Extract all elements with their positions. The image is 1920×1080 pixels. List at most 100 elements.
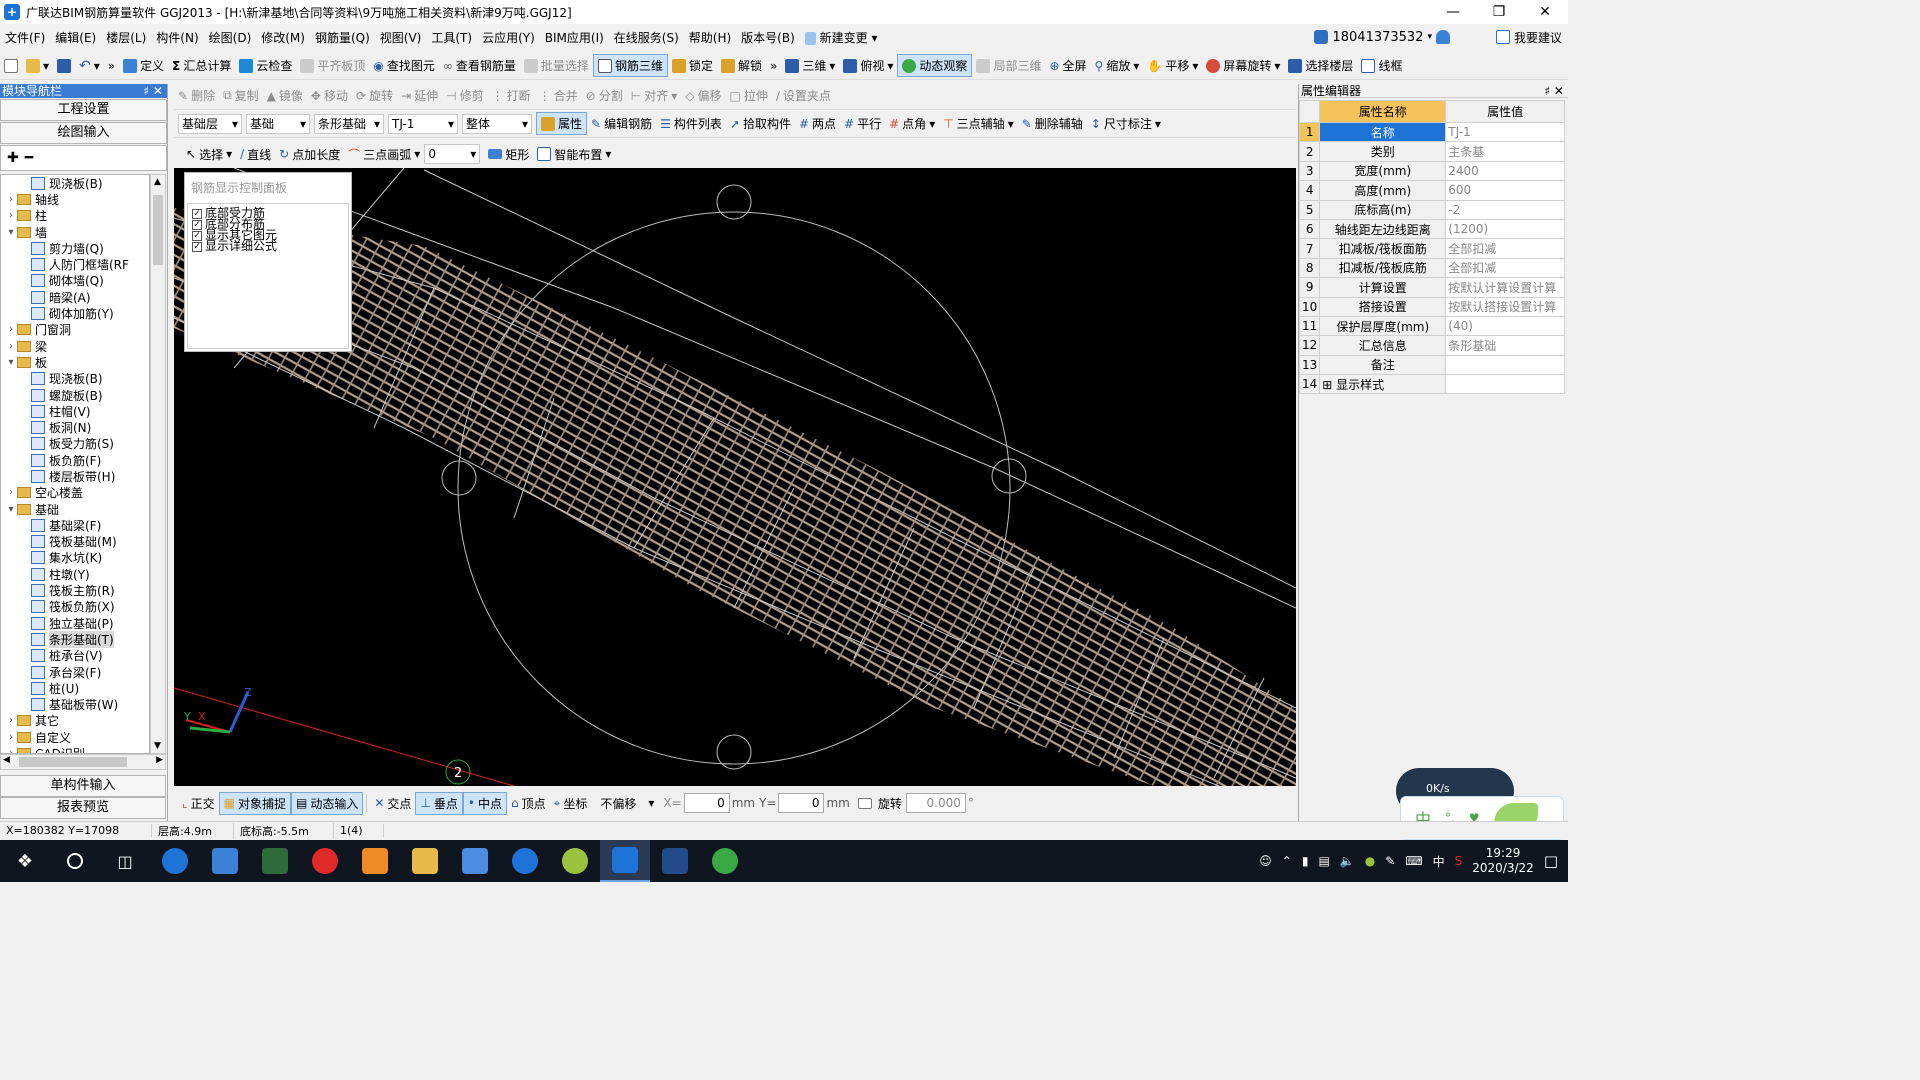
new-file-button[interactable] xyxy=(0,57,22,75)
tree-item[interactable]: 现浇板(B) xyxy=(1,371,149,387)
property-value[interactable] xyxy=(1445,354,1565,376)
tree-item[interactable]: 柱帽(V) xyxy=(1,403,149,419)
property-value[interactable]: (40) xyxy=(1445,315,1565,337)
drawing-input-button[interactable]: 绘图输入 xyxy=(0,122,167,144)
local-3d-button[interactable]: 局部三维 xyxy=(972,55,1045,76)
sogou-icon[interactable]: S xyxy=(1455,854,1463,868)
property-value[interactable]: TJ-1 xyxy=(1445,121,1565,143)
tree-folder[interactable]: › 轴线 xyxy=(1,191,149,207)
notification-icon[interactable]: □ xyxy=(1544,852,1558,870)
ortho-button[interactable]: ⌞ 正交 xyxy=(178,793,219,814)
three-point-axis-button[interactable]: ⊤ 三点辅轴 ▾ xyxy=(939,113,1018,134)
midpoint-button[interactable]: • 中点 xyxy=(462,791,507,815)
expand-icon[interactable]: › xyxy=(5,715,17,726)
property-row[interactable]: 6 轴线距左边线距离 (1200) xyxy=(1298,218,1565,240)
calculate-button[interactable]: Σ 汇总计算 xyxy=(168,55,235,76)
tree-item[interactable]: 现浇板(B) xyxy=(1,175,149,191)
property-row[interactable]: 7 扣减板/筏板面筋 全部扣减 xyxy=(1298,238,1565,259)
tree-item[interactable]: 板负筋(F) xyxy=(1,452,149,468)
tree-item[interactable]: 筏板基础(M) xyxy=(1,534,149,550)
more-button-2[interactable]: » xyxy=(766,57,781,75)
tree-item[interactable]: 螺旋板(B) xyxy=(1,387,149,403)
wireframe-button[interactable]: 线框 xyxy=(1357,55,1406,76)
edge-app[interactable] xyxy=(150,840,200,882)
property-row[interactable]: 8 扣减板/筏板底筋 全部扣减 xyxy=(1298,257,1565,279)
menu-cloud[interactable]: 云应用(Y) xyxy=(477,29,540,46)
tree-folder[interactable]: › 柱 xyxy=(1,208,149,224)
network-icon[interactable]: ▤ xyxy=(1318,854,1329,868)
select-floor-button[interactable]: 选择楼层 xyxy=(1284,55,1357,76)
property-row[interactable]: 5 底标高(m) -2 xyxy=(1298,199,1565,220)
tree-vertical-scrollbar[interactable]: ▲ ▼ xyxy=(150,174,166,754)
tree-item[interactable]: 筏板主筋(R) xyxy=(1,582,149,598)
tree-item[interactable]: 承台梁(F) xyxy=(1,664,149,680)
keyboard-icon[interactable]: ⌨ xyxy=(1405,854,1422,868)
menu-modify[interactable]: 修改(M) xyxy=(256,29,310,46)
checkbox[interactable]: ✓ xyxy=(192,219,202,230)
tree-item[interactable]: 条形基础(T) xyxy=(1,630,149,648)
tree-folder[interactable]: › 梁 xyxy=(1,338,149,354)
view-rebar-qty-button[interactable]: ∞ 查看钢筋量 xyxy=(439,55,520,76)
tree-item[interactable]: 砌体墙(Q) xyxy=(1,273,149,289)
property-value[interactable]: 条形基础 xyxy=(1445,335,1565,356)
batch-select-button[interactable]: 批量选择 xyxy=(520,55,593,76)
tree-folder[interactable]: › 自定义 xyxy=(1,729,149,745)
tree-folder[interactable]: ▾ 基础 xyxy=(1,501,149,517)
offset-button[interactable]: ◇ 偏移 xyxy=(681,85,725,106)
minimize-button[interactable]: — xyxy=(1430,0,1476,24)
stretch-button[interactable]: □ 拉伸 xyxy=(725,85,771,106)
tree-item[interactable]: 楼层板带(H) xyxy=(1,468,149,484)
top-view-button[interactable]: 俯视 ▾ xyxy=(839,55,897,76)
align-top-button[interactable]: 平齐板顶 xyxy=(296,55,369,76)
expand-icon[interactable]: › xyxy=(5,194,17,205)
people-icon[interactable]: ☺ xyxy=(1259,854,1272,868)
point-angle-button[interactable]: # 点角 ▾ xyxy=(885,113,939,134)
store-app[interactable] xyxy=(200,840,250,882)
weibo-app[interactable] xyxy=(350,840,400,882)
copy-button[interactable]: ⧉ 复制 xyxy=(219,85,263,106)
ggj-app[interactable] xyxy=(600,840,650,882)
property-value[interactable]: 600 xyxy=(1445,180,1565,201)
pick-component-button[interactable]: ➚ 拾取构件 xyxy=(726,113,795,134)
tree-item[interactable]: 暗梁(A) xyxy=(1,289,149,305)
property-value[interactable]: 按默认搭接设置计算 xyxy=(1445,296,1565,317)
vertex-button[interactable]: ⌂ 顶点 xyxy=(507,793,550,814)
collapse-all-icon[interactable]: ━ xyxy=(25,150,33,166)
input-language[interactable]: 中 xyxy=(1433,853,1445,870)
expand-icon[interactable]: › xyxy=(5,341,17,352)
property-value[interactable]: 2400 xyxy=(1445,160,1565,182)
rotate-checkbox[interactable] xyxy=(857,797,872,809)
arc-value-select[interactable]: 0 ▾ xyxy=(424,144,481,164)
expand-icon[interactable]: › xyxy=(5,210,17,221)
tree-folder[interactable]: › 门窗洞 xyxy=(1,322,149,338)
tree-folder[interactable]: › 其它 xyxy=(1,713,149,729)
lock-button[interactable]: 锁定 xyxy=(668,55,717,76)
tree-item[interactable]: 砌体加筋(Y) xyxy=(1,305,149,321)
collapse-icon[interactable]: ▾ xyxy=(5,504,17,515)
property-value[interactable]: 主条基 xyxy=(1445,141,1565,162)
file-explorer-app[interactable] xyxy=(400,840,450,882)
property-row[interactable]: 10 搭接设置 按默认搭接设置计算 xyxy=(1298,296,1565,317)
set-grip-button[interactable]: ∕ 设置夹点 xyxy=(772,85,835,106)
property-value[interactable]: (1200) xyxy=(1445,218,1565,240)
menu-help[interactable]: 帮助(H) xyxy=(684,29,736,46)
align-button[interactable]: ⊢ 对齐 ▾ xyxy=(627,85,682,106)
coordinate-button[interactable]: ⌖ 坐标 xyxy=(550,793,592,814)
perpendicular-button[interactable]: ⊥ 垂点 xyxy=(415,791,463,815)
mirror-button[interactable]: ▲ 镜像 xyxy=(263,85,307,106)
checkbox[interactable]: ✓ xyxy=(192,230,202,241)
tree-folder[interactable]: ›CAD识别 xyxy=(1,745,149,753)
expand-icon[interactable]: ⊞ xyxy=(1322,378,1336,392)
tree-folder[interactable]: ▾ 墙 xyxy=(1,224,149,240)
two-point-button[interactable]: # 两点 xyxy=(795,113,840,134)
extend-button[interactable]: ⇥ 延伸 xyxy=(397,85,442,106)
save-button[interactable] xyxy=(53,57,75,75)
green-app[interactable] xyxy=(700,840,750,882)
more-button[interactable]: » xyxy=(104,57,119,75)
parallel-button[interactable]: # 平行 xyxy=(840,113,885,134)
menu-component[interactable]: 构件(N) xyxy=(151,29,203,46)
start-button[interactable]: ❖ xyxy=(0,840,50,882)
tree-item[interactable]: 集水坑(K) xyxy=(1,550,149,566)
property-value[interactable]: -2 xyxy=(1445,199,1565,220)
expand-icon[interactable]: › xyxy=(5,487,17,498)
